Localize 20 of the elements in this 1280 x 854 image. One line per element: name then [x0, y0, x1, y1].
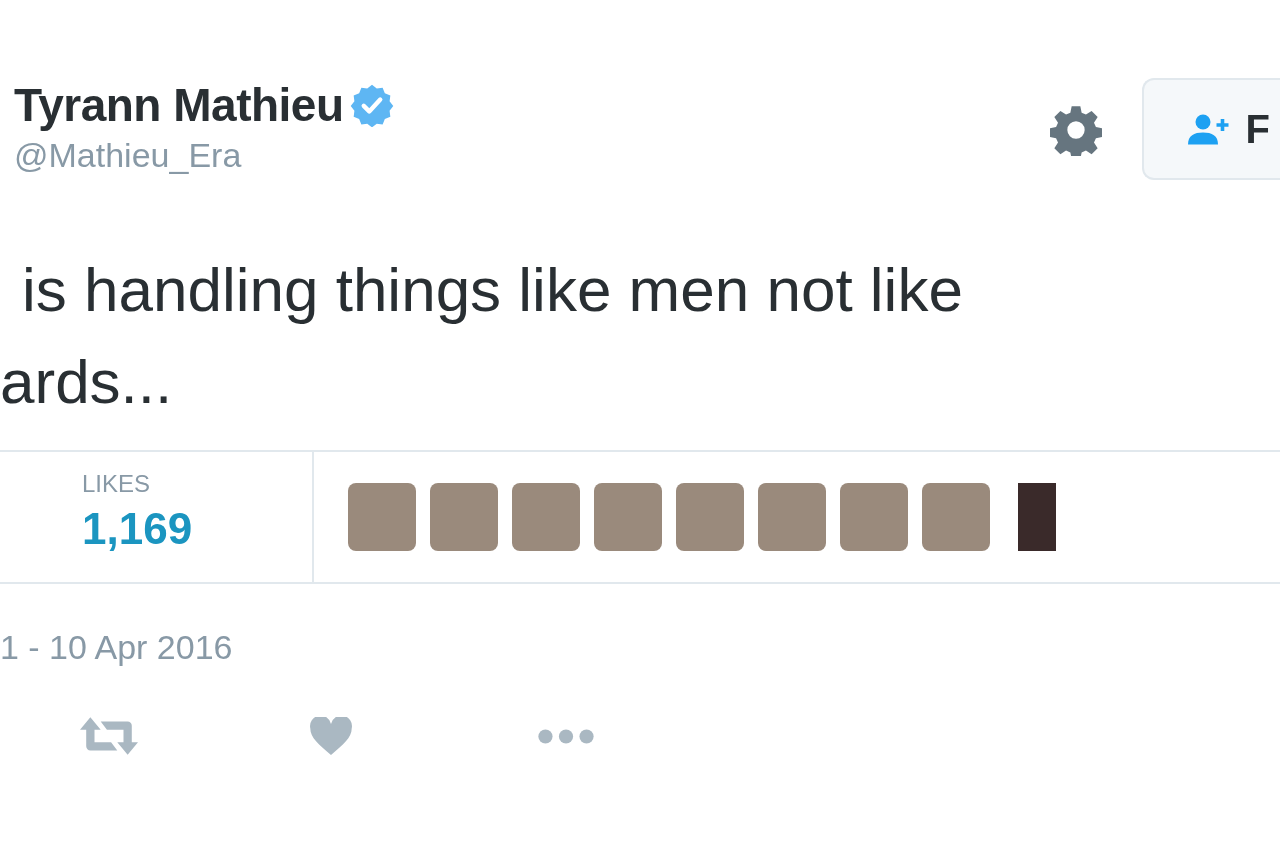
follow-button[interactable]: F — [1141, 78, 1280, 180]
avatar-placeholder[interactable] — [676, 483, 744, 551]
more-icon[interactable] — [538, 728, 594, 744]
tweet-text: ards... — [0, 346, 174, 418]
heart-icon[interactable] — [310, 717, 352, 755]
avatar-placeholder[interactable] — [594, 483, 662, 551]
avatar-placeholder[interactable] — [922, 483, 990, 551]
add-user-icon — [1187, 112, 1230, 146]
avatar-placeholder[interactable] — [430, 483, 498, 551]
avatar-placeholder[interactable] — [512, 483, 580, 551]
tweet-text: is handling things like men not like — [21, 254, 964, 326]
avatar-placeholder[interactable] — [348, 483, 416, 551]
avatar-placeholder[interactable] — [840, 483, 908, 551]
author-name[interactable]: Tyrann Mathieu — [14, 78, 344, 132]
tweet-timestamp: 1 - 10 Apr 2016 — [0, 628, 234, 667]
retweet-icon[interactable] — [80, 717, 138, 755]
avatar-placeholder[interactable] — [758, 483, 826, 551]
avatar-placeholder[interactable] — [1018, 483, 1056, 551]
stat-label: LIKES — [82, 470, 152, 498]
settings-icon[interactable] — [1049, 104, 1102, 156]
